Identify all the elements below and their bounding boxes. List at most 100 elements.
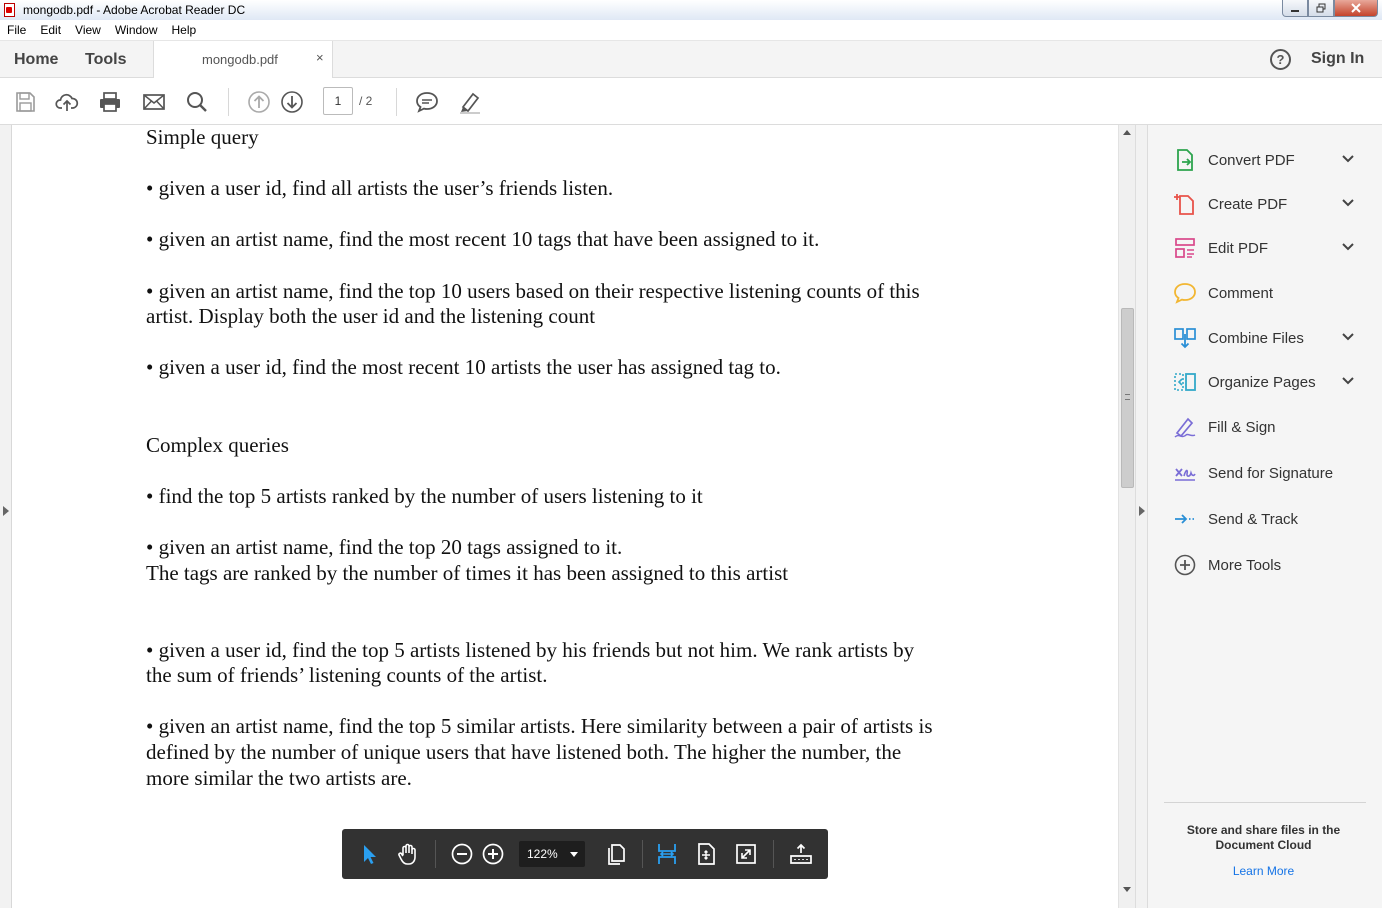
tool-edit-pdf[interactable]: Edit PDF: [1148, 231, 1382, 265]
highlight-pen-icon[interactable]: [458, 90, 482, 114]
comment-icon: [1174, 283, 1196, 304]
print-icon[interactable]: [98, 90, 122, 114]
chevron-down-icon[interactable]: [1340, 151, 1356, 167]
tool-label: Send & Track: [1208, 511, 1299, 528]
page-number-input[interactable]: 1: [323, 87, 353, 115]
tool-create-pdf[interactable]: Create PDF: [1148, 187, 1382, 221]
tool-combine-files[interactable]: Combine Files: [1148, 321, 1382, 355]
scroll-up-arrow-icon[interactable]: [1123, 130, 1131, 135]
menu-help[interactable]: Help: [165, 23, 204, 37]
tool-send-for-signature[interactable]: Send for Signature: [1148, 456, 1382, 490]
zoom-toolbar-divider: [642, 840, 643, 868]
menu-edit[interactable]: Edit: [33, 23, 68, 37]
send-signature-icon: [1175, 468, 1196, 481]
tool-fill-sign[interactable]: Fill & Sign: [1148, 410, 1382, 444]
main-toolbar: 1 / 2: [0, 78, 1382, 125]
document-line: • given a user id, find all artists the …: [146, 176, 614, 200]
chevron-down-icon[interactable]: [1340, 239, 1356, 255]
tools-pane-toggle[interactable]: [1135, 125, 1147, 908]
organize-pages-icon: [1174, 373, 1196, 391]
page-display-icon[interactable]: [603, 842, 627, 866]
full-screen-icon[interactable]: [734, 842, 758, 866]
menu-window[interactable]: Window: [108, 23, 165, 37]
heading-simple-query: Simple query: [146, 125, 259, 149]
close-tab-icon[interactable]: ×: [316, 50, 324, 65]
document-viewer[interactable]: Simple query • given a user id, find all…: [0, 125, 1147, 908]
tool-comment[interactable]: Comment: [1148, 276, 1382, 310]
previous-page-icon[interactable]: [247, 90, 271, 114]
heading-complex-queries: Complex queries: [146, 433, 289, 457]
tool-label: Send for Signature: [1208, 465, 1334, 482]
select-cursor-icon[interactable]: [357, 842, 381, 866]
tab-tools[interactable]: Tools: [85, 41, 126, 78]
zoom-in-icon[interactable]: [481, 842, 505, 866]
tool-convert-pdf[interactable]: Convert PDF: [1148, 143, 1382, 177]
document-line: • given a user id, find the top 5 artist…: [146, 638, 915, 662]
close-window-button[interactable]: [1334, 0, 1378, 17]
document-line: the sum of friends’ listening counts of …: [146, 663, 548, 687]
edit-pdf-icon: [1175, 238, 1195, 258]
minimize-icon: [1291, 10, 1299, 12]
restore-button[interactable]: [1308, 0, 1334, 17]
collapse-right-arrow-icon: [1139, 506, 1145, 516]
tool-label: Fill & Sign: [1208, 419, 1276, 436]
page-total: / 2: [359, 94, 373, 108]
chevron-down-icon[interactable]: [1340, 195, 1356, 211]
tool-more-tools[interactable]: More Tools: [1148, 548, 1382, 582]
zoom-level-select[interactable]: 122%: [519, 841, 585, 867]
tab-home[interactable]: Home: [14, 41, 58, 78]
tools-pane-divider: [1164, 802, 1366, 803]
next-page-icon[interactable]: [280, 90, 304, 114]
menu-file[interactable]: File: [0, 23, 33, 37]
fit-page-icon[interactable]: [694, 842, 718, 866]
floating-zoom-toolbar: 122%: [342, 829, 828, 879]
help-icon[interactable]: ?: [1270, 49, 1291, 70]
email-icon[interactable]: [142, 90, 166, 114]
chevron-down-icon[interactable]: [1340, 329, 1356, 345]
zoom-out-icon[interactable]: [450, 842, 474, 866]
close-icon: [1351, 3, 1361, 13]
toolbar-divider: [228, 88, 229, 116]
comment-tool-icon[interactable]: [415, 90, 439, 114]
save-icon[interactable]: [13, 90, 37, 114]
tool-label: Convert PDF: [1208, 152, 1295, 169]
document-line: • given an artist name, find the top 10 …: [146, 279, 920, 303]
document-line: • given an artist name, find the top 5 s…: [146, 714, 933, 738]
tab-document[interactable]: mongodb.pdf ×: [153, 41, 333, 79]
document-tab-title: mongodb.pdf: [202, 52, 278, 67]
pdf-page: Simple query • given a user id, find all…: [13, 125, 1117, 908]
create-pdf-icon: [1174, 194, 1194, 215]
tool-label: Comment: [1208, 285, 1274, 302]
navigation-pane-toggle[interactable]: [0, 125, 12, 908]
tool-label: Edit PDF: [1208, 240, 1269, 257]
expand-left-arrow-icon: [3, 506, 9, 516]
menu-bar: File Edit View Window Help: [0, 20, 1382, 41]
window-title: mongodb.pdf - Adobe Acrobat Reader DC: [23, 3, 246, 17]
more-tools-icon: [1174, 554, 1196, 576]
document-line: • given an artist name, find the top 20 …: [146, 535, 623, 559]
zoom-level-value: 122%: [527, 847, 558, 861]
tool-label: Combine Files: [1208, 330, 1304, 347]
dropdown-caret-icon: [570, 852, 578, 857]
scroll-grip-icon: [1125, 394, 1130, 400]
chevron-down-icon[interactable]: [1340, 373, 1356, 389]
window-controls: [1282, 0, 1378, 17]
tool-send-track[interactable]: Send & Track: [1148, 502, 1382, 536]
hand-tool-icon[interactable]: [396, 842, 420, 866]
menu-view[interactable]: View: [68, 23, 108, 37]
scroll-down-arrow-icon[interactable]: [1123, 887, 1131, 892]
zoom-toolbar-divider: [773, 840, 774, 868]
upload-cloud-icon[interactable]: [55, 90, 79, 114]
vertical-scrollbar[interactable]: [1118, 125, 1135, 908]
tool-label: More Tools: [1208, 557, 1282, 574]
learn-more-link[interactable]: Learn More: [1148, 864, 1379, 878]
sign-in-button[interactable]: Sign In: [1311, 50, 1364, 68]
minimize-button[interactable]: [1282, 0, 1308, 17]
scrollbar-thumb[interactable]: [1121, 308, 1134, 488]
tool-organize-pages[interactable]: Organize Pages: [1148, 365, 1382, 399]
document-line: The tags are ranked by the number of tim…: [146, 561, 789, 585]
restore-icon: [1316, 3, 1326, 13]
read-mode-icon[interactable]: [789, 842, 813, 866]
search-icon[interactable]: [185, 90, 209, 114]
fit-width-icon[interactable]: [655, 842, 679, 866]
